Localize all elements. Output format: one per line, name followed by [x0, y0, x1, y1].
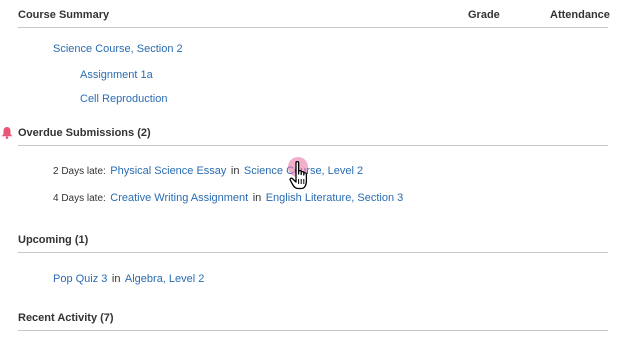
late-label: 4 Days late:	[53, 193, 106, 204]
overdue-divider	[18, 145, 608, 146]
overdue-assignment-link[interactable]: Physical Science Essay	[110, 165, 226, 177]
course-summary-heading: Course Summary	[18, 9, 110, 21]
course-link[interactable]: Science Course, Section 2	[53, 43, 183, 55]
recent-activity-heading: Recent Activity (7)	[18, 312, 114, 324]
header-divider	[18, 27, 608, 28]
overdue-course-link[interactable]: English Literature, Section 3	[266, 192, 404, 204]
in-label: in	[230, 165, 240, 177]
hand-cursor-icon	[289, 160, 308, 190]
in-label: in	[252, 192, 262, 204]
upcoming-section-heading: Upcoming (1)	[18, 234, 89, 246]
overdue-assignment-link[interactable]: Creative Writing Assignment	[110, 192, 248, 204]
bell-icon	[1, 127, 13, 139]
overdue-row: 4 Days late: Creative Writing Assignment…	[53, 188, 403, 206]
overdue-section-heading: Overdue Submissions (2)	[18, 127, 151, 139]
assignment-link[interactable]: Assignment 1a	[80, 69, 153, 81]
upcoming-assignment-link[interactable]: Pop Quiz 3	[53, 273, 107, 285]
in-label: in	[111, 273, 121, 285]
upcoming-course-link[interactable]: Algebra, Level 2	[125, 273, 205, 285]
grade-column-header: Grade	[468, 9, 500, 21]
attendance-column-header: Attendance	[550, 9, 610, 21]
overdue-row: 2 Days late: Physical Science Essay in S…	[53, 161, 363, 179]
assignment-link[interactable]: Cell Reproduction	[80, 93, 167, 105]
recent-divider	[18, 330, 608, 331]
late-label: 2 Days late:	[53, 166, 106, 177]
upcoming-row: Pop Quiz 3 in Algebra, Level 2	[53, 269, 204, 287]
upcoming-divider	[18, 252, 608, 253]
